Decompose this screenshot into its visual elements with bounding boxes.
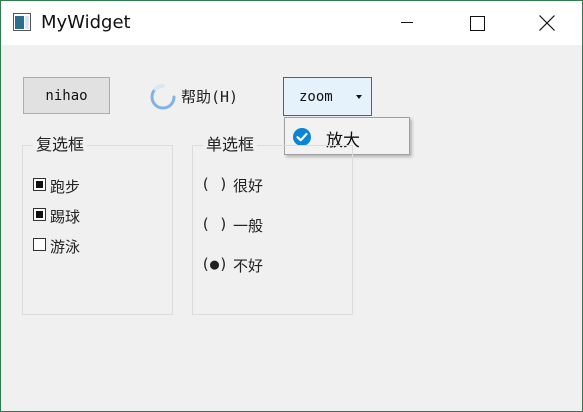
radio-label: 很好: [233, 177, 264, 195]
minimize-icon: [401, 22, 413, 23]
zoom-combobox-value: zoom: [299, 89, 333, 105]
checkbox-item-swimming[interactable]: 游泳: [33, 236, 93, 256]
loading-spinner-icon: [150, 84, 176, 110]
radio-groupbox: 单选框 ( ) 很好 ( ) 一般 (●) 不好: [192, 136, 353, 315]
close-button[interactable]: [512, 1, 582, 45]
checkbox-groupbox: 复选框 跑步 踢球 游泳: [22, 136, 173, 315]
nihao-button[interactable]: nihao: [23, 77, 110, 114]
checkbox-checked-icon: [33, 178, 46, 191]
minimize-button[interactable]: [372, 1, 442, 45]
radio-unselected-icon: ( ): [201, 215, 229, 233]
radio-item-very-good[interactable]: ( ) 很好: [201, 174, 301, 196]
maximize-icon: [469, 15, 485, 31]
radio-label: 不好: [233, 257, 264, 275]
maximize-button[interactable]: [442, 1, 512, 45]
checkbox-checked-icon: [33, 208, 46, 221]
app-window-icon: [13, 13, 31, 31]
checkbox-label: 游泳: [50, 238, 81, 256]
checkbox-group-title: 复选框: [33, 136, 88, 154]
radio-label: 一般: [233, 217, 264, 235]
radio-unselected-icon: ( ): [201, 175, 229, 193]
checkbox-item-football[interactable]: 踢球: [33, 206, 93, 226]
title-bar[interactable]: MyWidget: [1, 1, 582, 45]
radio-item-bad[interactable]: (●) 不好: [201, 254, 301, 276]
checkbox-label: 跑步: [50, 178, 81, 196]
help-label: 帮助(H): [181, 88, 239, 106]
dropdown-arrow-icon: [356, 95, 362, 99]
main-window: MyWidget nihao 帮助(H) zoom 放大 复选框 跑步 踢球 游…: [0, 0, 583, 412]
zoom-combobox[interactable]: zoom: [283, 77, 372, 116]
check-circle-icon: [293, 128, 311, 146]
window-title: MyWidget: [41, 12, 131, 33]
radio-item-average[interactable]: ( ) 一般: [201, 214, 301, 236]
checkbox-item-running[interactable]: 跑步: [33, 176, 93, 196]
checkbox-unchecked-icon: [33, 238, 46, 251]
close-icon: [539, 15, 555, 31]
checkbox-label: 踢球: [50, 208, 81, 226]
radio-group-title: 单选框: [203, 136, 258, 154]
radio-selected-icon: (●): [201, 255, 229, 273]
